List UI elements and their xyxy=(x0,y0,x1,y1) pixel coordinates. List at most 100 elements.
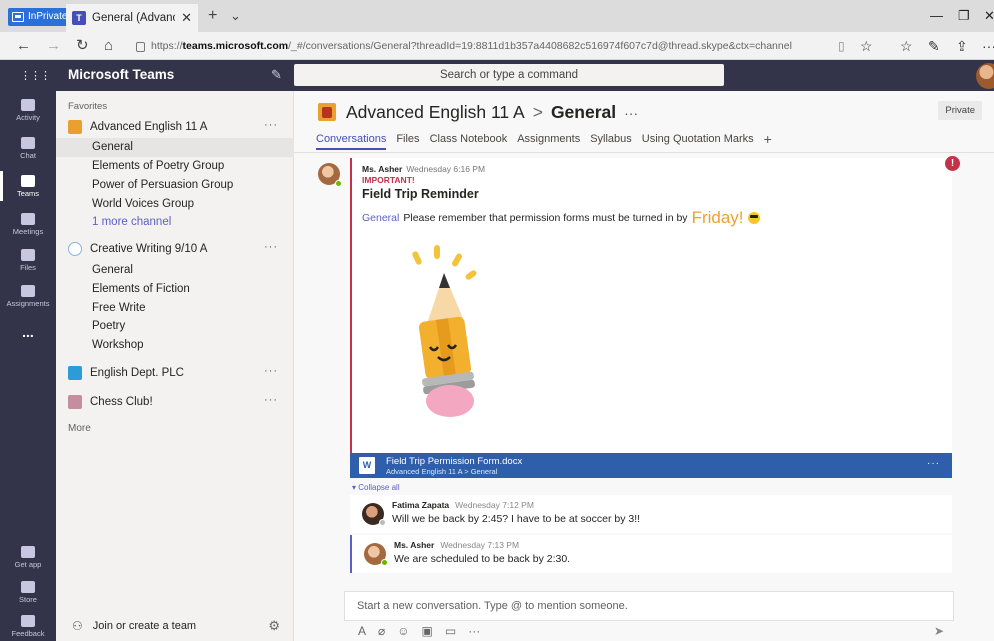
add-team-icon: ⚇ xyxy=(72,619,83,633)
reply-text: Will we be back by 2:45? I have to be at… xyxy=(392,513,641,525)
bell-icon xyxy=(21,99,35,111)
pen-icon[interactable]: ✎ xyxy=(928,36,940,56)
team-icon xyxy=(318,103,336,121)
attachment-path: Advanced English 11 A > General xyxy=(386,467,498,476)
team-more-icon[interactable]: ··· xyxy=(264,241,278,253)
back-icon[interactable]: ← xyxy=(16,36,31,56)
more-icon[interactable]: ··· xyxy=(982,36,994,56)
tab-class-notebook[interactable]: Class Notebook xyxy=(430,133,508,150)
close-window-icon[interactable]: ✕ xyxy=(984,6,994,26)
team-icon xyxy=(68,366,82,380)
team-icon xyxy=(68,395,82,409)
teams-icon xyxy=(21,175,35,187)
rail-chat[interactable]: Chat xyxy=(0,137,56,160)
post-author: Ms. Asher Wednesday 6:16 PM xyxy=(362,164,486,174)
send-icon[interactable]: ➤ xyxy=(934,624,944,638)
team-creative-writing[interactable]: Creative Writing 9/10 A ··· xyxy=(68,239,288,259)
home-icon[interactable]: ⌂ xyxy=(104,36,113,56)
tab-title: General (Advanced Engl xyxy=(92,12,175,24)
channel-poetry[interactable]: Poetry xyxy=(56,317,294,336)
channel-header: Advanced English 11 A > General ··· Priv… xyxy=(294,91,994,153)
favorites-list-icon[interactable]: ☆ xyxy=(900,36,913,56)
inprivate-icon xyxy=(12,12,24,22)
attachment-more-icon[interactable]: ··· xyxy=(927,458,940,469)
tab-close-icon[interactable]: ✕ xyxy=(181,10,192,26)
more-link[interactable]: More xyxy=(68,423,91,434)
profile-avatar[interactable] xyxy=(976,63,994,89)
tab-conversations[interactable]: Conversations xyxy=(316,133,387,150)
rail-store[interactable]: Store xyxy=(0,581,56,604)
attachment-card[interactable]: W Field Trip Permission Form.docx Advanc… xyxy=(350,453,952,478)
team-chess-club[interactable]: Chess Club! ··· xyxy=(68,392,288,412)
rail-activity[interactable]: Activity xyxy=(0,99,56,122)
join-create-team[interactable]: ⚇ Join or create a team ⚙ xyxy=(56,611,294,641)
rail-teams[interactable]: Teams xyxy=(0,171,56,201)
pencil-sticker-image xyxy=(412,245,477,417)
channel-elements-of-poetry[interactable]: Elements of Poetry Group xyxy=(56,157,294,176)
compose-toolbar: A ⌀ ☺ ▣ ▭ ··· xyxy=(358,624,480,638)
compose-input[interactable]: Start a new conversation. Type @ to ment… xyxy=(344,591,954,621)
forward-icon[interactable]: → xyxy=(46,36,61,56)
post-card: Ms. Asher Wednesday 6:16 PM IMPORTANT! Fi… xyxy=(350,156,960,478)
sunglasses-emoji-icon xyxy=(747,212,760,224)
tab-files[interactable]: Files xyxy=(396,133,419,150)
meet-now-icon[interactable]: ▭ xyxy=(445,624,456,638)
calendar-icon xyxy=(21,213,35,225)
tab-assignments[interactable]: Assignments xyxy=(517,133,580,150)
share-icon[interactable]: ⇪ xyxy=(956,36,968,56)
rail-get-app[interactable]: Get app xyxy=(0,546,56,569)
reply-author: Ms. Asher Wednesday 7:13 PM xyxy=(394,540,520,550)
channel-world-voices[interactable]: World Voices Group xyxy=(56,195,294,214)
emoji-icon[interactable]: ☺ xyxy=(397,624,409,638)
tab-menu-icon[interactable]: ⌄ xyxy=(230,6,241,26)
browser-nav-bar: ← → ↻ ⌂ https://teams.microsoft.com/_#/c… xyxy=(0,32,994,60)
store-icon xyxy=(21,581,35,593)
more-channels-link[interactable]: 1 more channel xyxy=(56,213,294,232)
sticker-icon[interactable]: ▣ xyxy=(422,624,433,638)
channel-general[interactable]: General xyxy=(56,138,294,157)
new-chat-icon[interactable]: ✎ xyxy=(271,67,282,83)
reply-item: Ms. Asher Wednesday 7:13 PM We are schedu… xyxy=(350,535,952,573)
tab-using-quotation-marks[interactable]: Using Quotation Marks xyxy=(642,133,754,150)
search-input[interactable]: Search or type a command xyxy=(294,64,724,86)
channel-free-write[interactable]: Free Write xyxy=(56,299,294,318)
app-title: Microsoft Teams xyxy=(68,67,175,82)
channel-mention[interactable]: General xyxy=(362,212,399,224)
file-icon xyxy=(21,249,35,261)
rail-feedback[interactable]: Feedback xyxy=(0,615,56,638)
format-icon[interactable]: A xyxy=(358,624,366,638)
reading-view-icon[interactable]: ▯ xyxy=(838,36,845,56)
browser-tab[interactable]: T General (Advanced Engl ✕ xyxy=(66,4,198,32)
attach-icon[interactable]: ⌀ xyxy=(378,624,385,638)
rail-files[interactable]: Files xyxy=(0,249,56,272)
rail-meetings[interactable]: Meetings xyxy=(0,213,56,236)
channel-more-icon[interactable]: ··· xyxy=(624,105,638,121)
more-options-icon[interactable]: ··· xyxy=(468,624,480,638)
tab-syllabus[interactable]: Syllabus xyxy=(590,133,632,150)
minimize-icon[interactable]: — xyxy=(930,6,943,26)
refresh-icon[interactable]: ↻ xyxy=(76,36,89,56)
team-more-icon[interactable]: ··· xyxy=(264,394,278,406)
add-tab-button[interactable]: + xyxy=(764,132,772,150)
presence-away-icon xyxy=(379,519,386,526)
favorite-star-icon[interactable]: ☆ xyxy=(860,36,873,56)
channel-general[interactable]: General xyxy=(56,261,294,280)
rail-more-button[interactable]: ... xyxy=(0,324,56,340)
team-icon xyxy=(68,242,82,256)
channel-power-of-persuasion[interactable]: Power of Persuasion Group xyxy=(56,176,294,195)
app-launcher-icon[interactable]: ⋮⋮⋮ xyxy=(20,70,51,82)
team-more-icon[interactable]: ··· xyxy=(264,365,278,377)
new-tab-button[interactable]: + xyxy=(208,6,217,26)
important-alert-icon: ! xyxy=(945,156,960,171)
collapse-all-link[interactable]: ▾ Collapse all xyxy=(352,483,400,492)
gear-icon[interactable]: ⚙ xyxy=(268,618,280,634)
address-bar[interactable]: https://teams.microsoft.com/_#/conversat… xyxy=(136,36,842,56)
rail-assignments[interactable]: Assignments xyxy=(0,285,56,308)
team-english-dept[interactable]: English Dept. PLC ··· xyxy=(68,363,288,383)
team-more-icon[interactable]: ··· xyxy=(264,119,278,131)
channel-elements-of-fiction[interactable]: Elements of Fiction xyxy=(56,280,294,299)
presence-available-icon xyxy=(381,559,388,566)
restore-icon[interactable]: ❐ xyxy=(958,6,970,26)
channel-workshop[interactable]: Workshop xyxy=(56,336,294,355)
team-advanced-english[interactable]: Advanced English 11 A ··· xyxy=(68,117,288,137)
